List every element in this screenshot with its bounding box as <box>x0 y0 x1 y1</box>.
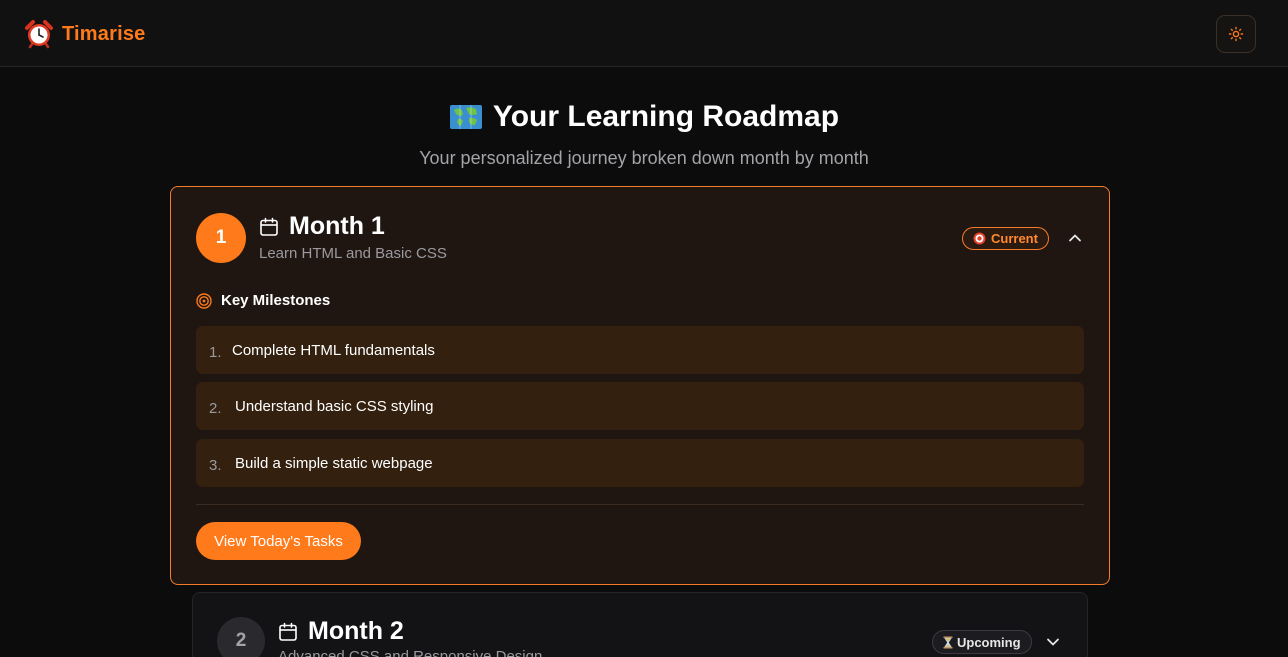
top-navigation-bar: Timarise <box>0 0 1288 67</box>
month-header: Month 2 <box>278 617 404 646</box>
month-number-badge: 1 <box>196 213 246 263</box>
status-label: Current <box>991 231 1038 246</box>
milestone-text: Understand basic CSS styling <box>235 397 434 415</box>
chevron-down-icon[interactable] <box>1045 634 1061 650</box>
milestones-label: Key Milestones <box>221 292 331 309</box>
month-title: Month 2 <box>308 617 404 645</box>
milestone-number: 3. <box>209 456 222 474</box>
milestone-item: 3. Build a simple static webpage <box>196 439 1084 487</box>
sun-icon <box>1228 26 1244 42</box>
calendar-icon <box>279 622 297 641</box>
month-card-2[interactable]: 2 Month 2 Advanced CSS and Responsive De… <box>192 592 1088 657</box>
divider <box>196 504 1084 505</box>
milestones-header: Key Milestones <box>196 292 330 309</box>
alarm-clock-icon <box>25 20 53 49</box>
target-icon <box>196 292 212 309</box>
page-title-text: Your Learning Roadmap <box>492 100 840 133</box>
milestone-number: 2. <box>209 399 222 417</box>
milestone-number: 1. <box>209 343 222 361</box>
month-title: Month 1 <box>289 212 385 240</box>
month-card-1: 1 Month 1 Learn HTML and Basic CSS Curre… <box>170 186 1110 585</box>
milestone-item: 2. Understand basic CSS styling <box>196 382 1084 430</box>
month-subtitle: Learn HTML and Basic CSS <box>259 245 447 262</box>
page-subtitle: Your personalized journey broken down mo… <box>419 148 869 168</box>
calendar-icon <box>260 217 278 236</box>
milestone-item: 1. Complete HTML fundamentals <box>196 326 1084 374</box>
month-subtitle: Advanced CSS and Responsive Design <box>278 648 543 657</box>
page-title: Your Learning Roadmap <box>0 100 1288 134</box>
brand-name: Timarise <box>62 22 146 45</box>
milestone-text: Build a simple static webpage <box>235 454 433 472</box>
month-number-badge: 2 <box>217 617 265 657</box>
status-badge-current: Current <box>962 227 1049 250</box>
theme-toggle-button[interactable] <box>1216 15 1256 53</box>
brand[interactable]: Timarise <box>24 19 146 49</box>
target-icon <box>973 232 986 245</box>
view-todays-tasks-button[interactable]: View Today's Tasks <box>196 522 361 560</box>
world-map-icon <box>449 105 482 129</box>
chevron-up-icon[interactable] <box>1067 230 1083 246</box>
status-label: Upcoming <box>957 634 1021 650</box>
month-header: Month 1 <box>259 212 385 241</box>
milestone-text: Complete HTML fundamentals <box>232 341 435 359</box>
hourglass-icon <box>943 636 953 648</box>
status-badge-upcoming: Upcoming <box>932 630 1032 654</box>
